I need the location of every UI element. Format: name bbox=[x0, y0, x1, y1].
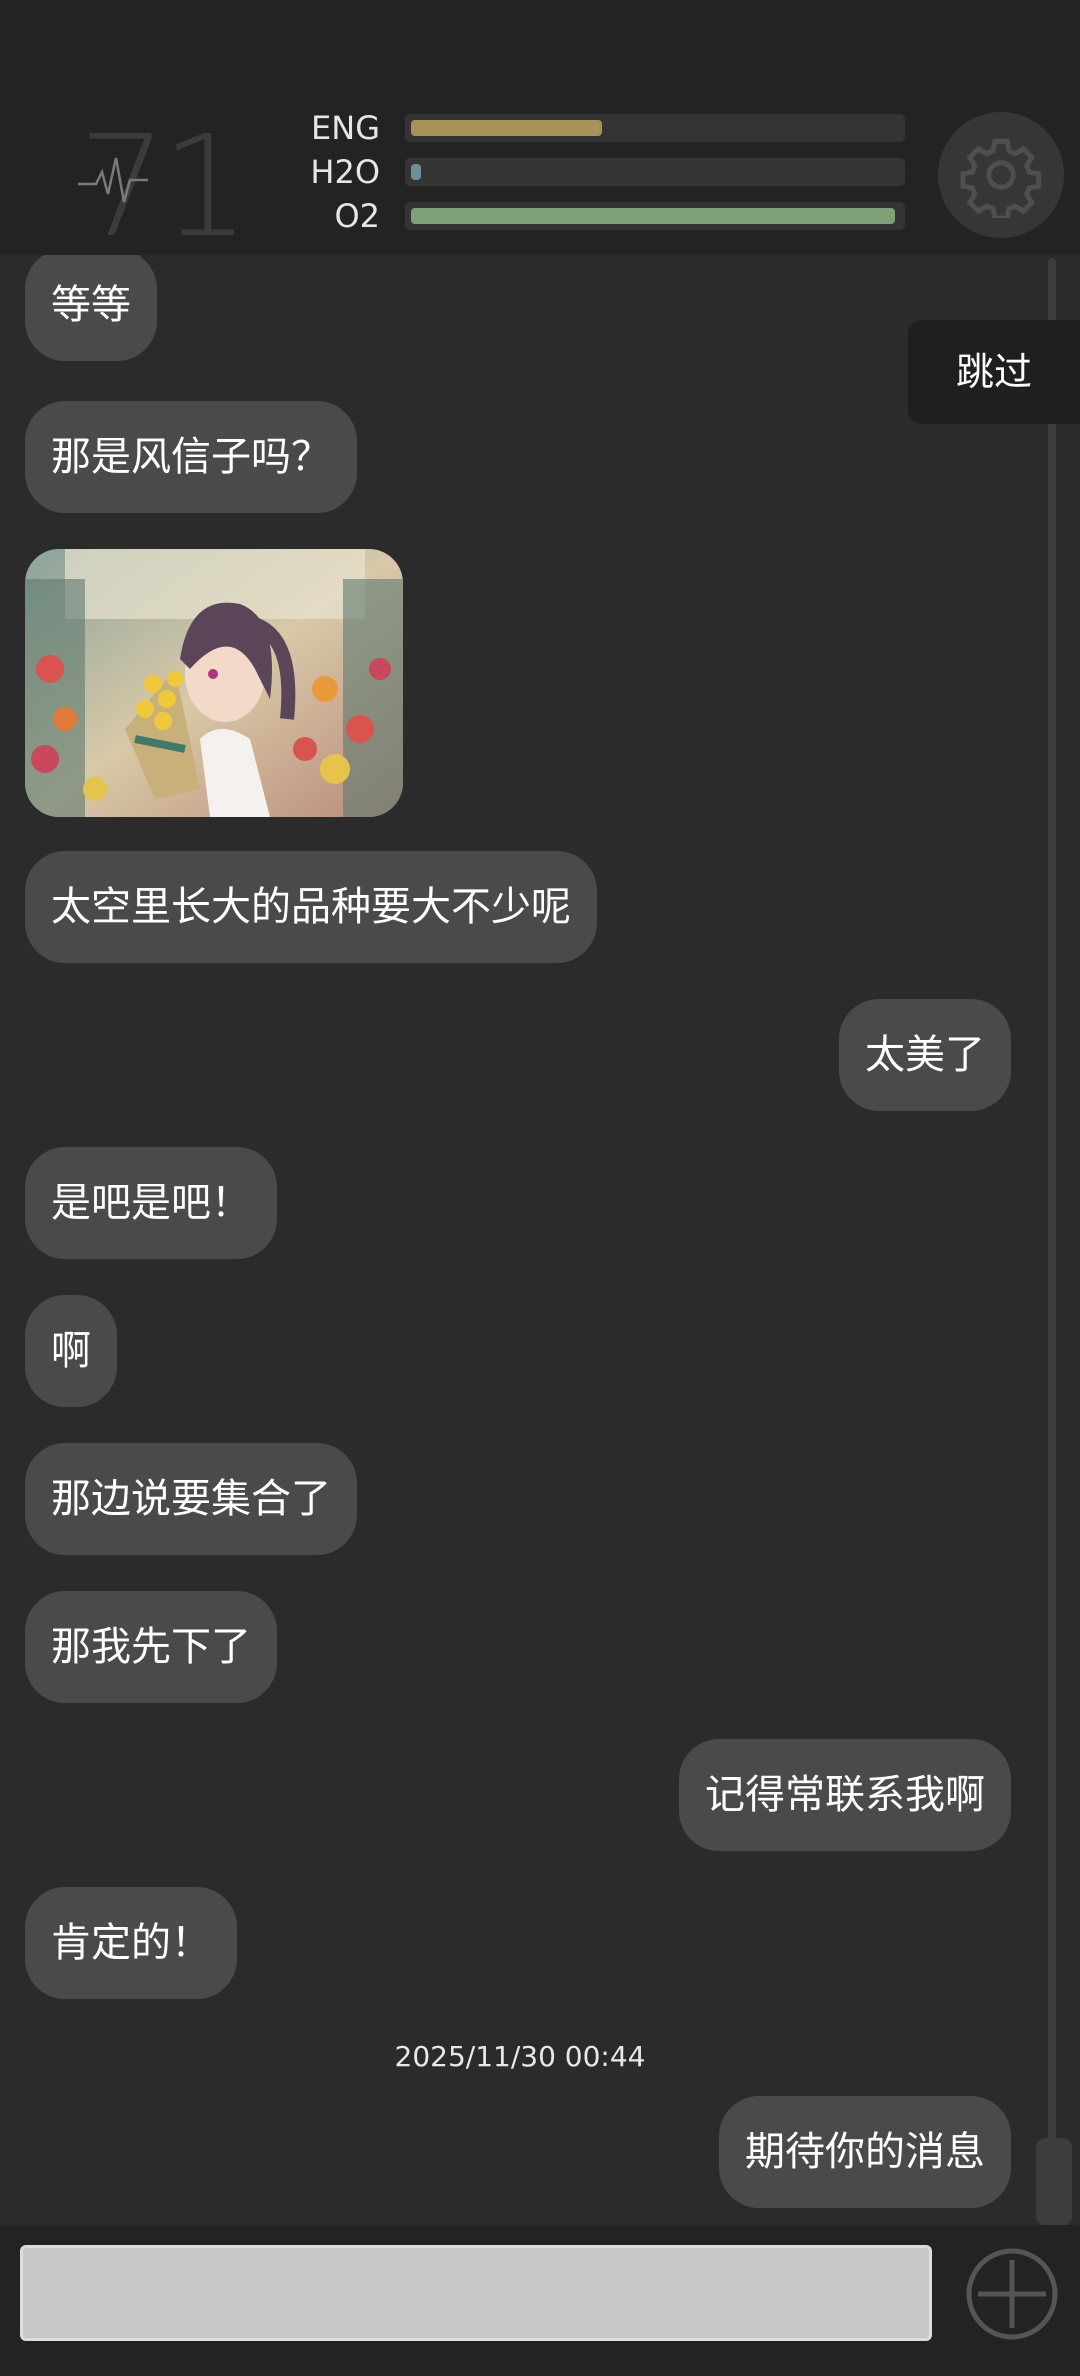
message-bubble: 太空里长大的品种要大不少呢 bbox=[25, 851, 597, 963]
skip-button[interactable]: 跳过 bbox=[908, 320, 1080, 424]
message-bubble: 太美了 bbox=[839, 999, 1011, 1111]
message-bubble: 啊 bbox=[25, 1295, 117, 1407]
o2-track bbox=[405, 202, 905, 230]
h2o-label: H2O bbox=[310, 153, 380, 191]
plus-circle-icon[interactable] bbox=[964, 2246, 1060, 2342]
eng-label: ENG bbox=[311, 109, 380, 147]
scrollbar-track[interactable] bbox=[1048, 258, 1056, 2228]
message-bubble: 那是风信子吗？ bbox=[25, 401, 357, 513]
message-bubble: 肯定的！ bbox=[25, 1887, 237, 1999]
message-timestamp: 2025/11/30 00:44 bbox=[394, 2040, 646, 2073]
message-bubble: 期待你的消息 bbox=[719, 2096, 1011, 2208]
o2-fill bbox=[411, 208, 895, 224]
chat-screen: 71 ENG H2O O2 等等 那是风信子吗？ 太空里长大的品种要大不少呢 太… bbox=[0, 0, 1080, 2376]
input-bar bbox=[0, 2225, 1080, 2376]
girl-with-flowers-photo[interactable] bbox=[25, 549, 403, 817]
message-bubble: 等等 bbox=[25, 255, 157, 361]
hud-panel: 71 ENG H2O O2 bbox=[0, 100, 1080, 258]
message-bubble: 记得常联系我啊 bbox=[679, 1739, 1011, 1851]
message-bubble: 是吧是吧！ bbox=[25, 1147, 277, 1259]
o2-label: O2 bbox=[334, 197, 380, 235]
h2o-fill bbox=[411, 164, 421, 180]
status-bar bbox=[0, 0, 1080, 100]
message-bubble: 那边说要集合了 bbox=[25, 1443, 357, 1555]
message-input[interactable] bbox=[20, 2245, 932, 2341]
eng-track bbox=[405, 114, 905, 142]
message-list[interactable]: 等等 那是风信子吗？ 太空里长大的品种要大不少呢 太美了 是吧是吧！ 啊 那边说… bbox=[0, 255, 1040, 2225]
gear-icon bbox=[960, 138, 1042, 218]
h2o-track bbox=[405, 158, 905, 186]
settings-button[interactable] bbox=[938, 112, 1064, 238]
eng-fill bbox=[411, 120, 602, 136]
scrollbar-thumb[interactable] bbox=[1036, 2138, 1072, 2226]
message-bubble: 那我先下了 bbox=[25, 1591, 277, 1703]
heartbeat-icon bbox=[78, 157, 148, 203]
